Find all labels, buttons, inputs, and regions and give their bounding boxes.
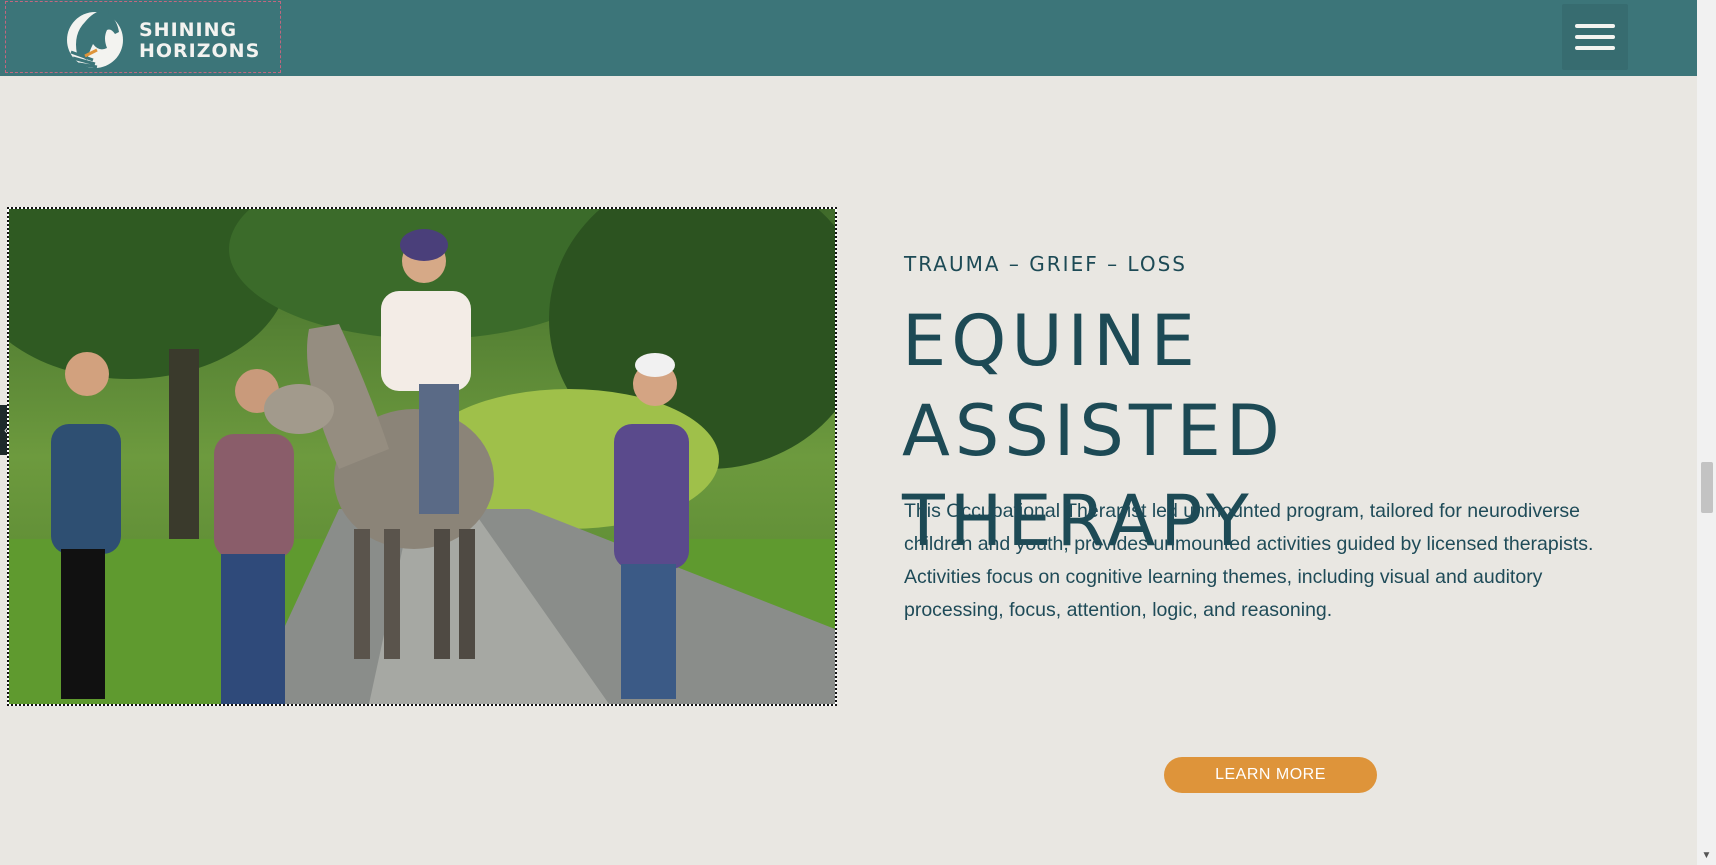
site-logo-link[interactable]: SHINING HORIZONS [5,1,281,73]
page-scrollbar[interactable]: ▼ [1697,0,1716,865]
hamburger-menu-icon [1575,24,1615,50]
scrollbar-thumb[interactable] [1701,462,1713,513]
scroll-down-arrow-icon[interactable]: ▼ [1697,847,1716,863]
program-description: This Occupational Therapist led unmounte… [904,500,1594,621]
horse-therapy-photo [9,209,835,704]
brand-line-1: SHINING [139,19,238,41]
brand-name: SHINING HORIZONS [139,20,260,62]
brand-line-2: HORIZONS [139,40,261,62]
section-eyebrow: TRAUMA – GRIEF – LOSS [904,252,1187,276]
menu-button[interactable] [1562,4,1628,70]
horse-logo-icon [67,6,123,69]
page: SHINING HORIZONS ‹ TRAUMA – GRIEF – LOSS… [0,0,1716,865]
hero-photo [7,207,837,706]
site-header: SHINING HORIZONS [0,0,1697,76]
learn-more-button[interactable]: LEARN MORE [1164,757,1377,793]
